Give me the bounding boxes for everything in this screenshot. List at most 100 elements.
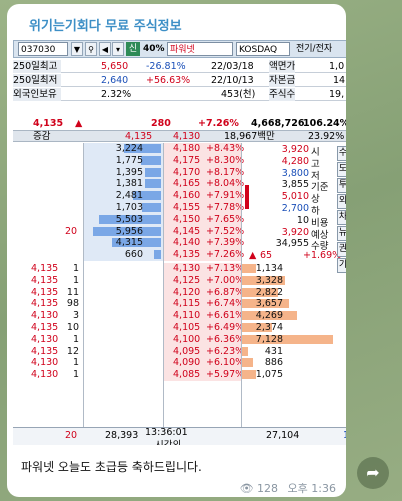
- tick-price: 4,135: [31, 274, 59, 286]
- sell-qty: 660: [124, 249, 143, 261]
- tick-price: 4,130: [31, 369, 59, 381]
- tick-qty: 11: [66, 286, 79, 298]
- tick-price: 4,135: [31, 298, 59, 310]
- side-button[interactable]: 도: [337, 162, 346, 177]
- sell-volume-bar: [145, 179, 161, 189]
- buy-row[interactable]: 4,135 1 4,125 +7.00% 3,328: [13, 274, 346, 287]
- divider: [83, 143, 84, 427]
- tick-qty: 1: [72, 274, 79, 286]
- sell-qty: 1,775: [115, 154, 143, 166]
- tick-qty: 10: [66, 322, 79, 333]
- sell-rate: +7.39%: [206, 237, 245, 249]
- side-button[interactable]: 기: [337, 258, 346, 273]
- buy-rate: +6.10%: [206, 357, 245, 369]
- buy-qty: 3,657: [255, 298, 283, 310]
- sell-count: 20: [65, 225, 78, 237]
- tick-qty: 1: [72, 357, 79, 369]
- buy-qty: 2,822: [255, 286, 283, 298]
- candle-icon: [245, 185, 249, 210]
- side-button[interactable]: 수: [337, 146, 346, 161]
- buy-qty: 7,128: [255, 333, 283, 345]
- sell-rate: +7.65%: [206, 213, 245, 225]
- buy-price: 4,125: [173, 274, 201, 286]
- sell-rate: +7.52%: [206, 225, 245, 237]
- side-button[interactable]: 투: [337, 178, 346, 193]
- buy-volume-bar: [242, 358, 254, 368]
- message-bubble: 위기는기회다 무료 주식정보 037030 ▼ ⚲ ◀ ▾ 신 40% 파워넷 …: [7, 4, 346, 497]
- search-icon[interactable]: ⚲: [85, 42, 97, 56]
- sell-price: 4,135: [173, 249, 201, 261]
- buy-qty: 1,134: [255, 263, 283, 274]
- price-change: 280: [151, 118, 171, 129]
- stat-value: 2,700: [281, 203, 309, 214]
- buy-volume-bar: [242, 264, 257, 273]
- share-button[interactable]: ➦: [357, 457, 389, 489]
- tick-qty: 12: [66, 345, 79, 357]
- side-button[interactable]: 권: [337, 242, 346, 257]
- side-button-group: 수도투외차뉴권기: [337, 146, 346, 274]
- buy-row[interactable]: 4,135 98 4,115 +6.74% 3,657: [13, 298, 346, 311]
- tick-price: 4,130: [31, 310, 59, 322]
- stock-screenshot: 037030 ▼ ⚲ ◀ ▾ 신 40% 파워넷 KOSDAQ 전기/전자 25…: [13, 38, 346, 445]
- stat-value: 3,920: [281, 226, 309, 238]
- stock-name: 파워넷: [167, 42, 233, 56]
- tick-qty: 1: [72, 263, 79, 274]
- buy-price: 4,115: [173, 298, 201, 310]
- buy-rate: +6.87%: [206, 286, 245, 298]
- stock-toolbar: 037030 ▼ ⚲ ◀ ▾ 신 40% 파워넷 KOSDAQ 전기/전자: [13, 40, 346, 58]
- buy-price: 4,095: [173, 345, 201, 357]
- expected-change-value: 65: [260, 250, 273, 262]
- sell-rate: +7.78%: [206, 202, 245, 213]
- sell-qty: 5,956: [115, 225, 143, 237]
- volume-ratio: 106.24%: [303, 118, 346, 129]
- sell-volume-bar: [140, 155, 161, 165]
- buy-rate: +7.00%: [206, 274, 245, 286]
- eye-icon: 👁: [239, 482, 254, 495]
- buy-qty: 886: [264, 357, 283, 369]
- buy-price: 4,090: [173, 357, 201, 369]
- buy-qty: 4,269: [255, 310, 283, 322]
- buy-price: 4,130: [173, 263, 201, 274]
- side-button[interactable]: 차: [337, 210, 346, 225]
- stat-value: 34,955: [275, 238, 309, 250]
- side-button[interactable]: 뉴: [337, 226, 346, 241]
- side-button[interactable]: 외: [337, 194, 346, 209]
- tick-qty: 1: [72, 333, 79, 345]
- buy-rate: +6.74%: [206, 298, 245, 310]
- channel-title[interactable]: 위기는기회다 무료 주식정보: [29, 15, 182, 34]
- stat-value: 3,800: [281, 167, 309, 179]
- buy-rate: +5.97%: [206, 369, 245, 381]
- dropdown-icon[interactable]: ▼: [71, 42, 83, 56]
- buy-row[interactable]: 4,130 3 4,110 +6.61% 4,269: [13, 310, 346, 322]
- sell-price: 4,165: [173, 178, 201, 190]
- expected-change: ▲: [249, 250, 257, 262]
- buy-rate: +6.36%: [206, 333, 245, 345]
- buy-price: 4,105: [173, 322, 201, 333]
- buy-volume-bar: [242, 346, 248, 356]
- sector-name: 전기/전자: [296, 44, 333, 54]
- buy-qty: 2,374: [255, 322, 283, 333]
- view-count: 128: [257, 482, 279, 495]
- change-rate: +7.26%: [198, 118, 239, 129]
- buy-row[interactable]: 4,130 1 4,090 +6.10% 886: [13, 357, 346, 370]
- buy-row[interactable]: 4,130 1 4,085 +5.97% 1,075: [13, 369, 346, 381]
- buy-row[interactable]: 4,135 12 4,095 +6.23% 431: [13, 345, 346, 358]
- buy-row[interactable]: 4,135 10 4,105 +6.49% 2,374: [13, 322, 346, 334]
- buy-rate: +6.49%: [206, 322, 245, 333]
- buy-rate: +6.61%: [206, 310, 245, 322]
- stock-code-input[interactable]: 037030: [18, 42, 68, 56]
- sell-qty: 1,703: [115, 202, 143, 213]
- sell-bg: [83, 249, 163, 261]
- buy-row[interactable]: 4,135 1 4,130 +7.13% 1,134: [13, 263, 346, 275]
- buy-row[interactable]: 4,135 11 4,120 +6.87% 2,822: [13, 286, 346, 299]
- sell-row[interactable]: 660 4,135 +7.26%: [13, 249, 346, 261]
- info-row: 외국인보유 2.32% 453(천) 주식수 19,: [13, 88, 346, 101]
- buy-row[interactable]: 4,130 1 4,100 +6.36% 7,128: [13, 333, 346, 346]
- speaker-icon[interactable]: ◀: [99, 42, 111, 56]
- buy-rate: +6.23%: [206, 345, 245, 357]
- tick-price: 4,135: [31, 263, 59, 274]
- arrow-icon[interactable]: ▾: [112, 42, 124, 56]
- tick-price: 4,135: [31, 345, 59, 357]
- message-text: 파워넷 오늘도 초급등 축하드립니다.: [21, 460, 202, 474]
- book-footer: 20 28,393 13:36:01 시간외 27,104 1: [13, 427, 346, 445]
